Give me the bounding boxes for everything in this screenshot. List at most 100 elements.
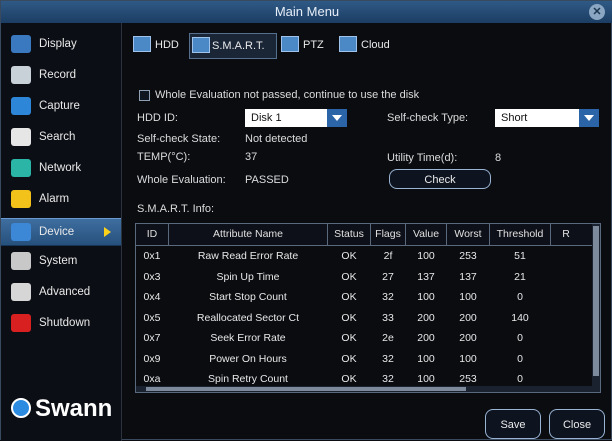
search-icon	[11, 128, 31, 146]
vertical-scroll-thumb[interactable]	[593, 226, 599, 376]
table-cell: 32	[382, 352, 394, 365]
selfcheck-type-value: Short	[501, 112, 528, 124]
table-cell: OK	[341, 373, 357, 385]
vertical-scrollbar[interactable]	[592, 224, 600, 392]
table-row[interactable]: 0x9 Power On Hours OK 32 100 100 0	[136, 349, 600, 370]
sidebar-item-label: Device	[39, 226, 75, 238]
tab-ptz[interactable]: PTZ	[281, 33, 335, 57]
tab-cloud[interactable]: Cloud	[339, 33, 399, 57]
table-cell: Spin Up Time	[216, 270, 280, 283]
tab-hdd[interactable]: HDD	[133, 33, 185, 57]
sidebar-item-system[interactable]: System	[1, 248, 121, 274]
col-attribute-name: Attribute Name	[212, 228, 284, 240]
sidebar-item-device[interactable]: Device	[1, 218, 121, 246]
sidebar-item-label: Advanced	[39, 286, 91, 298]
horizontal-scroll-thumb[interactable]	[146, 387, 466, 391]
sidebar-item-label: Alarm	[39, 193, 70, 205]
main-panel: HDD S.M.A.R.T. PTZ Cloud Whole Evaluatio…	[121, 23, 612, 441]
table-cell: 200	[417, 311, 435, 324]
chevron-down-icon[interactable]	[327, 109, 347, 127]
sidebar-item-network[interactable]: Network	[1, 155, 121, 181]
table-cell: 51	[514, 250, 526, 262]
table-cell: 0x9	[143, 352, 161, 365]
col-value: Value	[412, 228, 440, 240]
table-cell: OK	[341, 270, 357, 283]
table-cell: 100	[459, 291, 477, 303]
table-row[interactable]: 0x4 Start Stop Count OK 32 100 100 0	[136, 287, 600, 308]
table-cell: Seek Error Rate	[210, 332, 286, 344]
sidebar: Display Record Capture Search Network Alarm De…	[1, 23, 122, 441]
record-icon	[11, 66, 31, 84]
table-cell: 0	[517, 373, 523, 385]
sidebar-item-label: Capture	[39, 100, 80, 112]
alarm-icon	[11, 190, 31, 208]
close-button[interactable]: Close	[549, 409, 605, 439]
table-row[interactable]: 0x5 Reallocated Sector Ct OK 33 200 200 140	[136, 308, 600, 329]
system-icon	[11, 252, 31, 270]
table-cell: 0	[517, 291, 523, 303]
whole-eval-label: Whole Evaluation:	[137, 174, 226, 186]
whole-eval-checkbox[interactable]	[139, 90, 150, 101]
smart-info-label: S.M.A.R.T. Info:	[137, 203, 215, 215]
table-cell: 0x7	[143, 332, 161, 344]
table-cell: 100	[417, 250, 435, 262]
swann-logo: Swann	[11, 395, 112, 429]
horizontal-scrollbar[interactable]	[136, 386, 594, 392]
hdd-id-value: Disk 1	[251, 112, 282, 124]
table-cell: Power On Hours	[209, 352, 287, 365]
table-cell: 33	[382, 311, 394, 324]
table-cell: 2e	[382, 332, 394, 344]
table-row[interactable]: 0x1 Raw Read Error Rate OK 2f 100 253 51	[136, 246, 600, 267]
close-icon[interactable]: ✕	[589, 4, 605, 20]
sidebar-item-capture[interactable]: Capture	[1, 93, 121, 119]
chevron-down-icon[interactable]	[579, 109, 599, 127]
table-row[interactable]: 0x7 Seek Error Rate OK 2e 200 200 0	[136, 328, 600, 349]
main-menu-window: Main Menu ✕ Display Record Capture Search Ne…	[0, 0, 612, 441]
display-icon	[11, 35, 31, 53]
table-cell: 0xa	[143, 373, 161, 385]
table-cell: 137	[417, 270, 435, 283]
save-button[interactable]: Save	[485, 409, 541, 439]
table-cell: 100	[417, 373, 435, 385]
sidebar-item-record[interactable]: Record	[1, 62, 121, 88]
table-row[interactable]: 0x3 Spin Up Time OK 27 137 137 21	[136, 267, 600, 288]
table-cell: 137	[459, 270, 477, 283]
sidebar-item-display[interactable]: Display	[1, 31, 121, 57]
table-cell: Reallocated Sector Ct	[196, 311, 300, 324]
advanced-icon	[11, 283, 31, 301]
selfcheck-type-dropdown[interactable]: Short	[495, 109, 599, 127]
table-cell: 0x1	[143, 250, 161, 262]
col-status: Status	[334, 228, 364, 240]
table-cell: OK	[341, 291, 357, 303]
table-cell: 0x3	[143, 270, 161, 283]
whole-eval-checkbox-label: Whole Evaluation not passed, continue to…	[155, 89, 420, 101]
table-cell: 0	[517, 332, 523, 344]
table-cell: OK	[341, 352, 357, 365]
hdd-id-dropdown[interactable]: Disk 1	[245, 109, 347, 127]
sidebar-item-label: Display	[39, 38, 77, 50]
capture-icon	[11, 97, 31, 115]
sidebar-item-label: Shutdown	[39, 317, 91, 329]
table-cell: 32	[382, 291, 394, 303]
sidebar-item-advanced[interactable]: Advanced	[1, 279, 121, 305]
device-icon	[11, 223, 31, 241]
selfcheck-state-value: Not detected	[245, 133, 308, 145]
check-button[interactable]: Check	[389, 169, 491, 189]
col-worst: Worst	[454, 228, 482, 240]
tab-smart[interactable]: S.M.A.R.T.	[189, 33, 277, 59]
table-cell: OK	[341, 250, 357, 262]
sidebar-item-alarm[interactable]: Alarm	[1, 186, 121, 212]
sidebar-item-label: Search	[39, 131, 76, 143]
sidebar-item-shutdown[interactable]: Shutdown	[1, 310, 121, 336]
smart-info-table: ID Attribute Name Status Flags Value Wor…	[135, 223, 601, 393]
whole-eval-value: PASSED	[245, 174, 289, 186]
hdd-tab-icon	[133, 36, 151, 52]
table-cell: 140	[511, 311, 529, 324]
sidebar-item-label: System	[39, 255, 78, 267]
table-cell: 100	[417, 352, 435, 365]
cloud-tab-icon	[339, 36, 357, 52]
network-icon	[11, 159, 31, 177]
table-cell: 100	[459, 352, 477, 365]
sidebar-item-search[interactable]: Search	[1, 124, 121, 150]
swann-logo-icon	[11, 398, 31, 418]
